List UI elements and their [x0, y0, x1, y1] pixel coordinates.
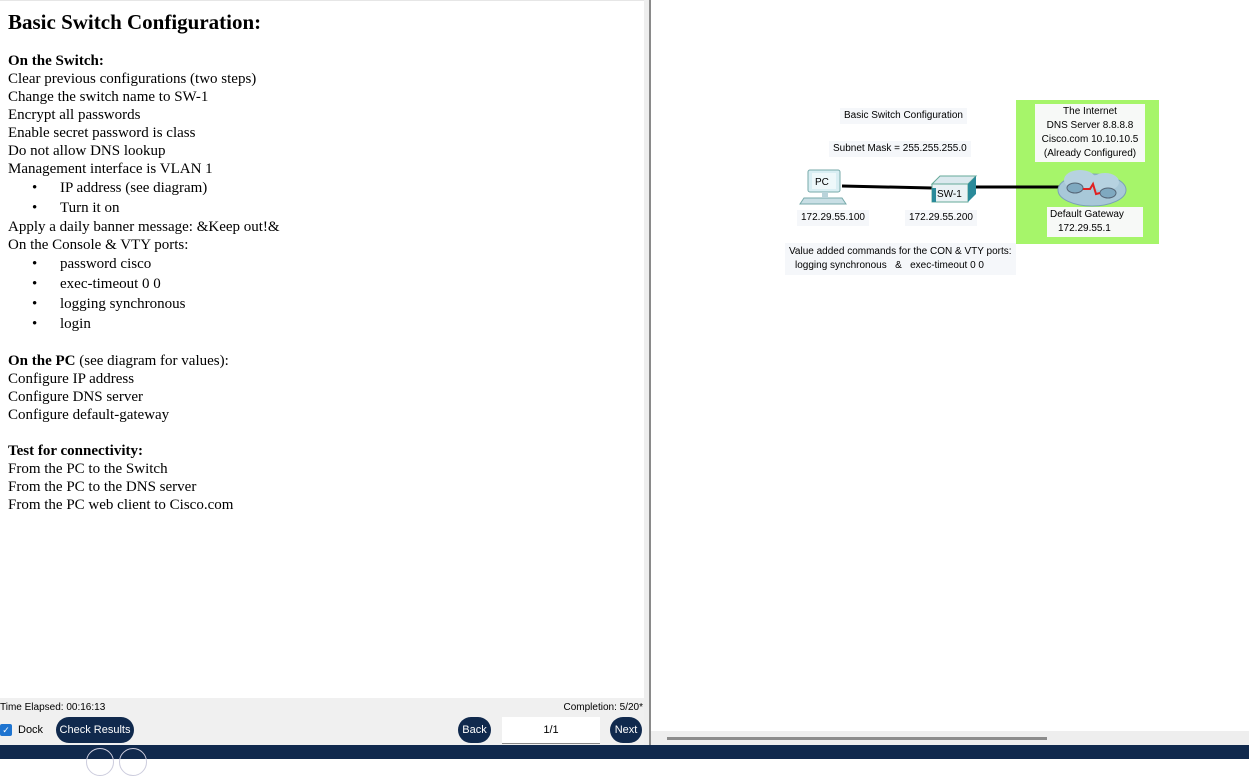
pc-section-heading: On the PC (see diagram for values): — [8, 352, 280, 370]
banner-step: Apply a daily banner message: &Keep out!… — [8, 219, 280, 235]
dock-label: Dock — [18, 724, 44, 736]
value-added-note: Value added commands for the CON & VTY p… — [785, 243, 1016, 275]
back-button[interactable]: Back — [458, 717, 491, 743]
bullet-icon: • — [32, 180, 38, 196]
activity-controls: Time Elapsed: 00:16:13 Completion: 5/20*… — [0, 698, 644, 745]
default-gateway-label: Default Gateway 172.29.55.1 — [1047, 207, 1143, 237]
dock-toggle[interactable]: ✓ Dock — [0, 724, 43, 736]
test-step: From the PC to the DNS server — [8, 479, 197, 495]
pc-section-title: On the PC — [8, 353, 76, 369]
instructions-title: Basic Switch Configuration: — [8, 10, 262, 34]
bullet-icon: • — [32, 276, 38, 292]
pc-step: Configure IP address — [8, 371, 135, 387]
switch-ip-label: 172.29.55.200 — [905, 210, 977, 226]
instructions-content: Basic Switch Configuration: On the Switc… — [8, 9, 280, 514]
fast-forward-icon[interactable] — [119, 748, 147, 776]
pc-step: Configure default-gateway — [8, 407, 170, 423]
bullet-icon: • — [32, 316, 38, 332]
bullet-icon: • — [32, 200, 38, 216]
pc-section-note: (see diagram for values): — [75, 353, 229, 369]
switch-step: Enable secret password is class — [8, 125, 196, 141]
vlan-bullet-item: • IP address (see diagram) — [32, 180, 208, 196]
vlan-bullet-item: • Turn it on — [32, 200, 120, 216]
test-step: From the PC web client to Cisco.com — [8, 497, 234, 513]
reset-icon[interactable] — [86, 748, 114, 776]
checkbox-checked-icon[interactable]: ✓ — [0, 724, 12, 736]
pc-name-label: PC — [815, 177, 829, 188]
bottom-toolbar — [0, 745, 1249, 776]
instructions-pane: Basic Switch Configuration: On the Switc… — [0, 0, 644, 699]
pc-step: Configure DNS server — [8, 389, 143, 405]
switch-name-label: SW-1 — [937, 189, 962, 200]
console-bullet-item: • password cisco — [32, 256, 152, 272]
test-section-title: Test for connectivity: — [8, 443, 143, 459]
bullet-icon: • — [32, 296, 38, 312]
scrollbar-thumb[interactable] — [667, 737, 1047, 740]
bullet-icon: • — [32, 256, 38, 272]
console-bullet-item: • exec-timeout 0 0 — [32, 276, 161, 292]
test-step: From the PC to the Switch — [8, 461, 168, 477]
console-bullet-item: • logging synchronous — [32, 296, 186, 312]
switch-step: Change the switch name to SW-1 — [8, 89, 209, 105]
switch-step: Encrypt all passwords — [8, 107, 141, 123]
diagram-title-label: Basic Switch Configuration — [840, 108, 967, 124]
switch-step: Do not allow DNS lookup — [8, 143, 166, 159]
switch-step: Clear previous configurations (two steps… — [8, 71, 257, 87]
completion-status: Completion: 5/20* — [563, 702, 644, 713]
page-number-field[interactable]: 1/1 — [502, 717, 600, 744]
time-elapsed: Time Elapsed: 00:16:13 — [0, 702, 106, 713]
console-bullet-item: • login — [32, 316, 91, 332]
pc-ip-label: 172.29.55.100 — [797, 210, 869, 226]
switch-section-title: On the Switch: — [8, 53, 104, 69]
console-step: On the Console & VTY ports: — [8, 237, 189, 253]
horizontal-scrollbar[interactable] — [651, 731, 1249, 745]
switch-step: Management interface is VLAN 1 — [8, 161, 213, 177]
subnet-mask-label: Subnet Mask = 255.255.255.0 — [829, 141, 971, 157]
next-button[interactable]: Next — [610, 717, 642, 743]
check-results-button[interactable]: Check Results — [56, 717, 134, 743]
internet-info-label: The Internet DNS Server 8.8.8.8 Cisco.co… — [1035, 104, 1145, 162]
